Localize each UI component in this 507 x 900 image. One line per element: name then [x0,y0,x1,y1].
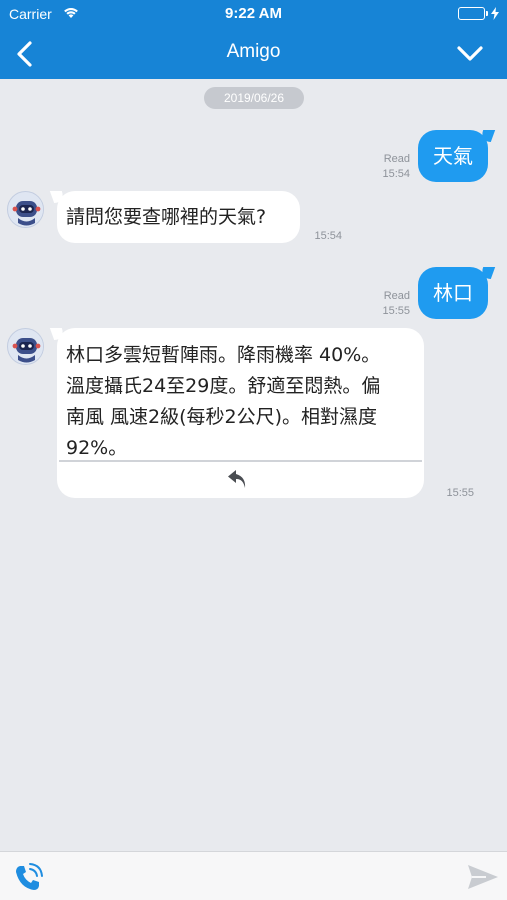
top-bar: Carrier 9:22 AM Amigo [0,0,507,79]
user-message-bubble[interactable]: 林口 [418,267,488,319]
message-time: 15:55 [382,305,410,317]
composer-bar [0,851,507,900]
bot-message-bubble[interactable]: 林口多雲短暫陣雨。降雨機率 40%。 溫度攝氏24至29度。舒適至悶熱。偏 南風… [57,328,424,498]
nav-bar: Amigo [0,28,507,79]
message-divider [59,460,422,462]
message-line: 南風 風速2級(每秒2公尺)。相對濕度 [66,406,378,428]
bot-message-bubble[interactable]: 請問您要查哪裡的天氣? [57,191,300,243]
robot-icon [8,192,43,227]
send-icon [468,865,498,889]
collapse-button[interactable] [455,40,485,68]
message-line: 溫度攝氏24至29度。舒適至悶熱。偏 [66,375,381,397]
call-button[interactable] [11,861,45,895]
message-input[interactable] [58,860,453,892]
message-meta: Read 15:55 [360,289,410,319]
date-separator: 2019/06/26 [204,87,304,109]
phone-icon [16,863,43,890]
reply-button[interactable] [225,466,251,492]
message-meta: Read 15:54 [360,152,410,182]
chevron-down-icon [457,46,483,61]
battery-icon [458,7,499,20]
reply-arrow-icon [228,470,246,488]
chat-area[interactable]: 2019/06/26 Read 15:54 天氣 請問您要查哪裡的天氣? 15:… [0,79,507,851]
bot-avatar [7,328,44,365]
status-bar: Carrier 9:22 AM [0,0,507,28]
message-time: 15:55 [446,487,474,499]
bot-message-text: 林口多雲短暫陣雨。降雨機率 40%。 溫度攝氏24至29度。舒適至悶熱。偏 南風… [66,340,421,464]
message-line: 林口多雲短暫陣雨。降雨機率 40%。 [66,344,381,366]
send-button[interactable] [466,863,500,891]
bot-avatar [7,191,44,228]
read-receipt: Read [383,153,410,165]
robot-icon [8,329,43,364]
status-time: 9:22 AM [225,5,282,22]
read-receipt: Read [383,290,410,302]
user-message-bubble[interactable]: 天氣 [418,130,488,182]
message-time: 15:54 [382,168,410,180]
charging-bolt-icon [491,7,499,20]
chat-title: Amigo [226,41,281,62]
message-time: 15:54 [314,230,342,242]
